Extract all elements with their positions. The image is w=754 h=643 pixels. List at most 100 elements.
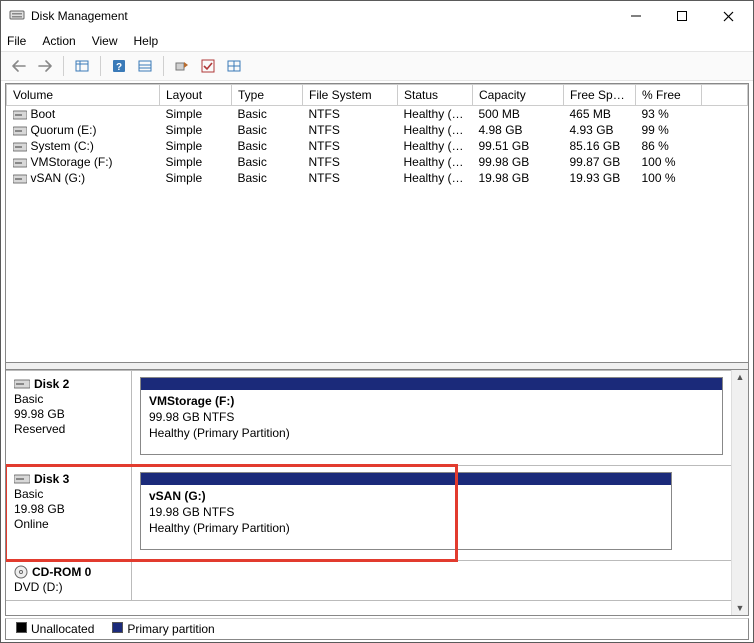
col-freespace[interactable]: Free Spa...: [564, 85, 636, 106]
partition-header-bar: [141, 378, 722, 390]
disk-row-disk2[interactable]: Disk 2 Basic 99.98 GB Reserved VMStorage…: [6, 370, 731, 466]
disk-row-disk3[interactable]: Disk 3 Basic 19.98 GB Online vSAN (G:) 1…: [6, 466, 731, 561]
cell-fs: NTFS: [303, 106, 398, 123]
cell-pct: 99 %: [636, 122, 702, 138]
window-title: Disk Management: [31, 9, 613, 23]
volume-name: System (C:): [31, 139, 94, 153]
disk-title-text: Disk 2: [34, 377, 69, 391]
minimize-button[interactable]: [613, 1, 659, 31]
partition-vmstorage[interactable]: VMStorage (F:) 99.98 GB NTFS Healthy (Pr…: [140, 377, 723, 455]
menu-help[interactable]: Help: [134, 34, 159, 48]
settings-icon[interactable]: [133, 54, 157, 78]
cell-capacity: 19.98 GB: [473, 170, 564, 186]
table-row[interactable]: VMStorage (F:)SimpleBasicNTFSHealthy (P.…: [7, 154, 748, 170]
volume-name: vSAN (G:): [31, 171, 86, 185]
partition-header-bar: [141, 473, 671, 485]
col-type[interactable]: Type: [232, 85, 303, 106]
cell-status: Healthy (B...: [398, 138, 473, 154]
cell-fs: NTFS: [303, 122, 398, 138]
cell-pct: 93 %: [636, 106, 702, 123]
table-row[interactable]: Quorum (E:)SimpleBasicNTFSHealthy (P...4…: [7, 122, 748, 138]
partition-name: vSAN (G:): [149, 488, 663, 504]
legend-unallocated: Unallocated: [16, 622, 94, 636]
cell-capacity: 99.98 GB: [473, 154, 564, 170]
col-layout[interactable]: Layout: [160, 85, 232, 106]
scroll-up-icon[interactable]: ▲: [736, 372, 745, 382]
forward-button[interactable]: [33, 54, 57, 78]
volume-list-pane[interactable]: Volume Layout Type File System Status Ca…: [5, 83, 749, 363]
disk-size: 99.98 GB: [14, 407, 123, 421]
grid-icon[interactable]: [222, 54, 246, 78]
vertical-scrollbar[interactable]: ▲ ▼: [731, 370, 748, 615]
cell-type: Basic: [232, 106, 303, 123]
legend-bar: Unallocated Primary partition: [5, 618, 749, 640]
partition-name: VMStorage (F:): [149, 393, 714, 409]
back-button[interactable]: [7, 54, 31, 78]
disc-icon: [14, 565, 28, 579]
cell-fs: NTFS: [303, 170, 398, 186]
cell-layout: Simple: [160, 106, 232, 123]
col-pctfree[interactable]: % Free: [636, 85, 702, 106]
swatch-primary: [112, 622, 123, 633]
volume-name: Boot: [31, 107, 56, 121]
action-icon[interactable]: [170, 54, 194, 78]
cell-pct: 86 %: [636, 138, 702, 154]
cell-type: Basic: [232, 170, 303, 186]
disk-icon: [14, 378, 30, 390]
table-row[interactable]: System (C:)SimpleBasicNTFSHealthy (B...9…: [7, 138, 748, 154]
cell-pct: 100 %: [636, 154, 702, 170]
disk-size: 19.98 GB: [14, 502, 123, 516]
disk-info: Disk 2 Basic 99.98 GB Reserved: [6, 371, 132, 465]
disk-graphical-pane[interactable]: Disk 2 Basic 99.98 GB Reserved VMStorage…: [5, 369, 749, 616]
disk-icon: [14, 473, 30, 485]
disk-partitions: [132, 561, 731, 600]
scroll-down-icon[interactable]: ▼: [736, 603, 745, 613]
col-status[interactable]: Status: [398, 85, 473, 106]
volume-icon: [13, 142, 27, 152]
cell-status: Healthy (P...: [398, 122, 473, 138]
legend-primary: Primary partition: [112, 622, 214, 636]
disk-row-cdrom0[interactable]: CD-ROM 0 DVD (D:): [6, 561, 731, 601]
cell-type: Basic: [232, 154, 303, 170]
disk-title-text: Disk 3: [34, 472, 69, 486]
cell-capacity: 500 MB: [473, 106, 564, 123]
disk-info: CD-ROM 0 DVD (D:): [6, 561, 132, 600]
cell-layout: Simple: [160, 154, 232, 170]
partition-status: Healthy (Primary Partition): [149, 520, 663, 536]
volume-name: Quorum (E:): [31, 123, 97, 137]
app-icon: [9, 8, 25, 24]
cell-layout: Simple: [160, 170, 232, 186]
maximize-button[interactable]: [659, 1, 705, 31]
partition-status: Healthy (Primary Partition): [149, 425, 714, 441]
col-capacity[interactable]: Capacity: [473, 85, 564, 106]
cell-fs: NTFS: [303, 138, 398, 154]
cell-status: Healthy (P...: [398, 154, 473, 170]
toolbar-separator: [63, 56, 64, 76]
view-list-icon[interactable]: [70, 54, 94, 78]
cell-layout: Simple: [160, 122, 232, 138]
disk-type: DVD (D:): [14, 580, 123, 594]
help-icon[interactable]: ?: [107, 54, 131, 78]
col-filesystem[interactable]: File System: [303, 85, 398, 106]
toolbar-separator: [100, 56, 101, 76]
table-row[interactable]: BootSimpleBasicNTFSHealthy (S...500 MB46…: [7, 106, 748, 123]
cell-free: 4.93 GB: [564, 122, 636, 138]
disk-title-text: CD-ROM 0: [32, 565, 91, 579]
disk-list: Disk 2 Basic 99.98 GB Reserved VMStorage…: [6, 370, 731, 615]
menu-file[interactable]: File: [7, 34, 26, 48]
legend-unallocated-label: Unallocated: [31, 622, 94, 636]
col-extra[interactable]: [702, 85, 748, 106]
cell-type: Basic: [232, 138, 303, 154]
close-button[interactable]: [705, 1, 751, 31]
menu-action[interactable]: Action: [42, 34, 75, 48]
menu-view[interactable]: View: [92, 34, 118, 48]
cell-free: 85.16 GB: [564, 138, 636, 154]
table-row[interactable]: vSAN (G:)SimpleBasicNTFSHealthy (P...19.…: [7, 170, 748, 186]
cell-free: 99.87 GB: [564, 154, 636, 170]
volume-icon: [13, 174, 27, 184]
check-icon[interactable]: [196, 54, 220, 78]
partition-size: 99.98 GB NTFS: [149, 409, 714, 425]
partition-vsan[interactable]: vSAN (G:) 19.98 GB NTFS Healthy (Primary…: [140, 472, 672, 550]
cell-pct: 100 %: [636, 170, 702, 186]
col-volume[interactable]: Volume: [7, 85, 160, 106]
